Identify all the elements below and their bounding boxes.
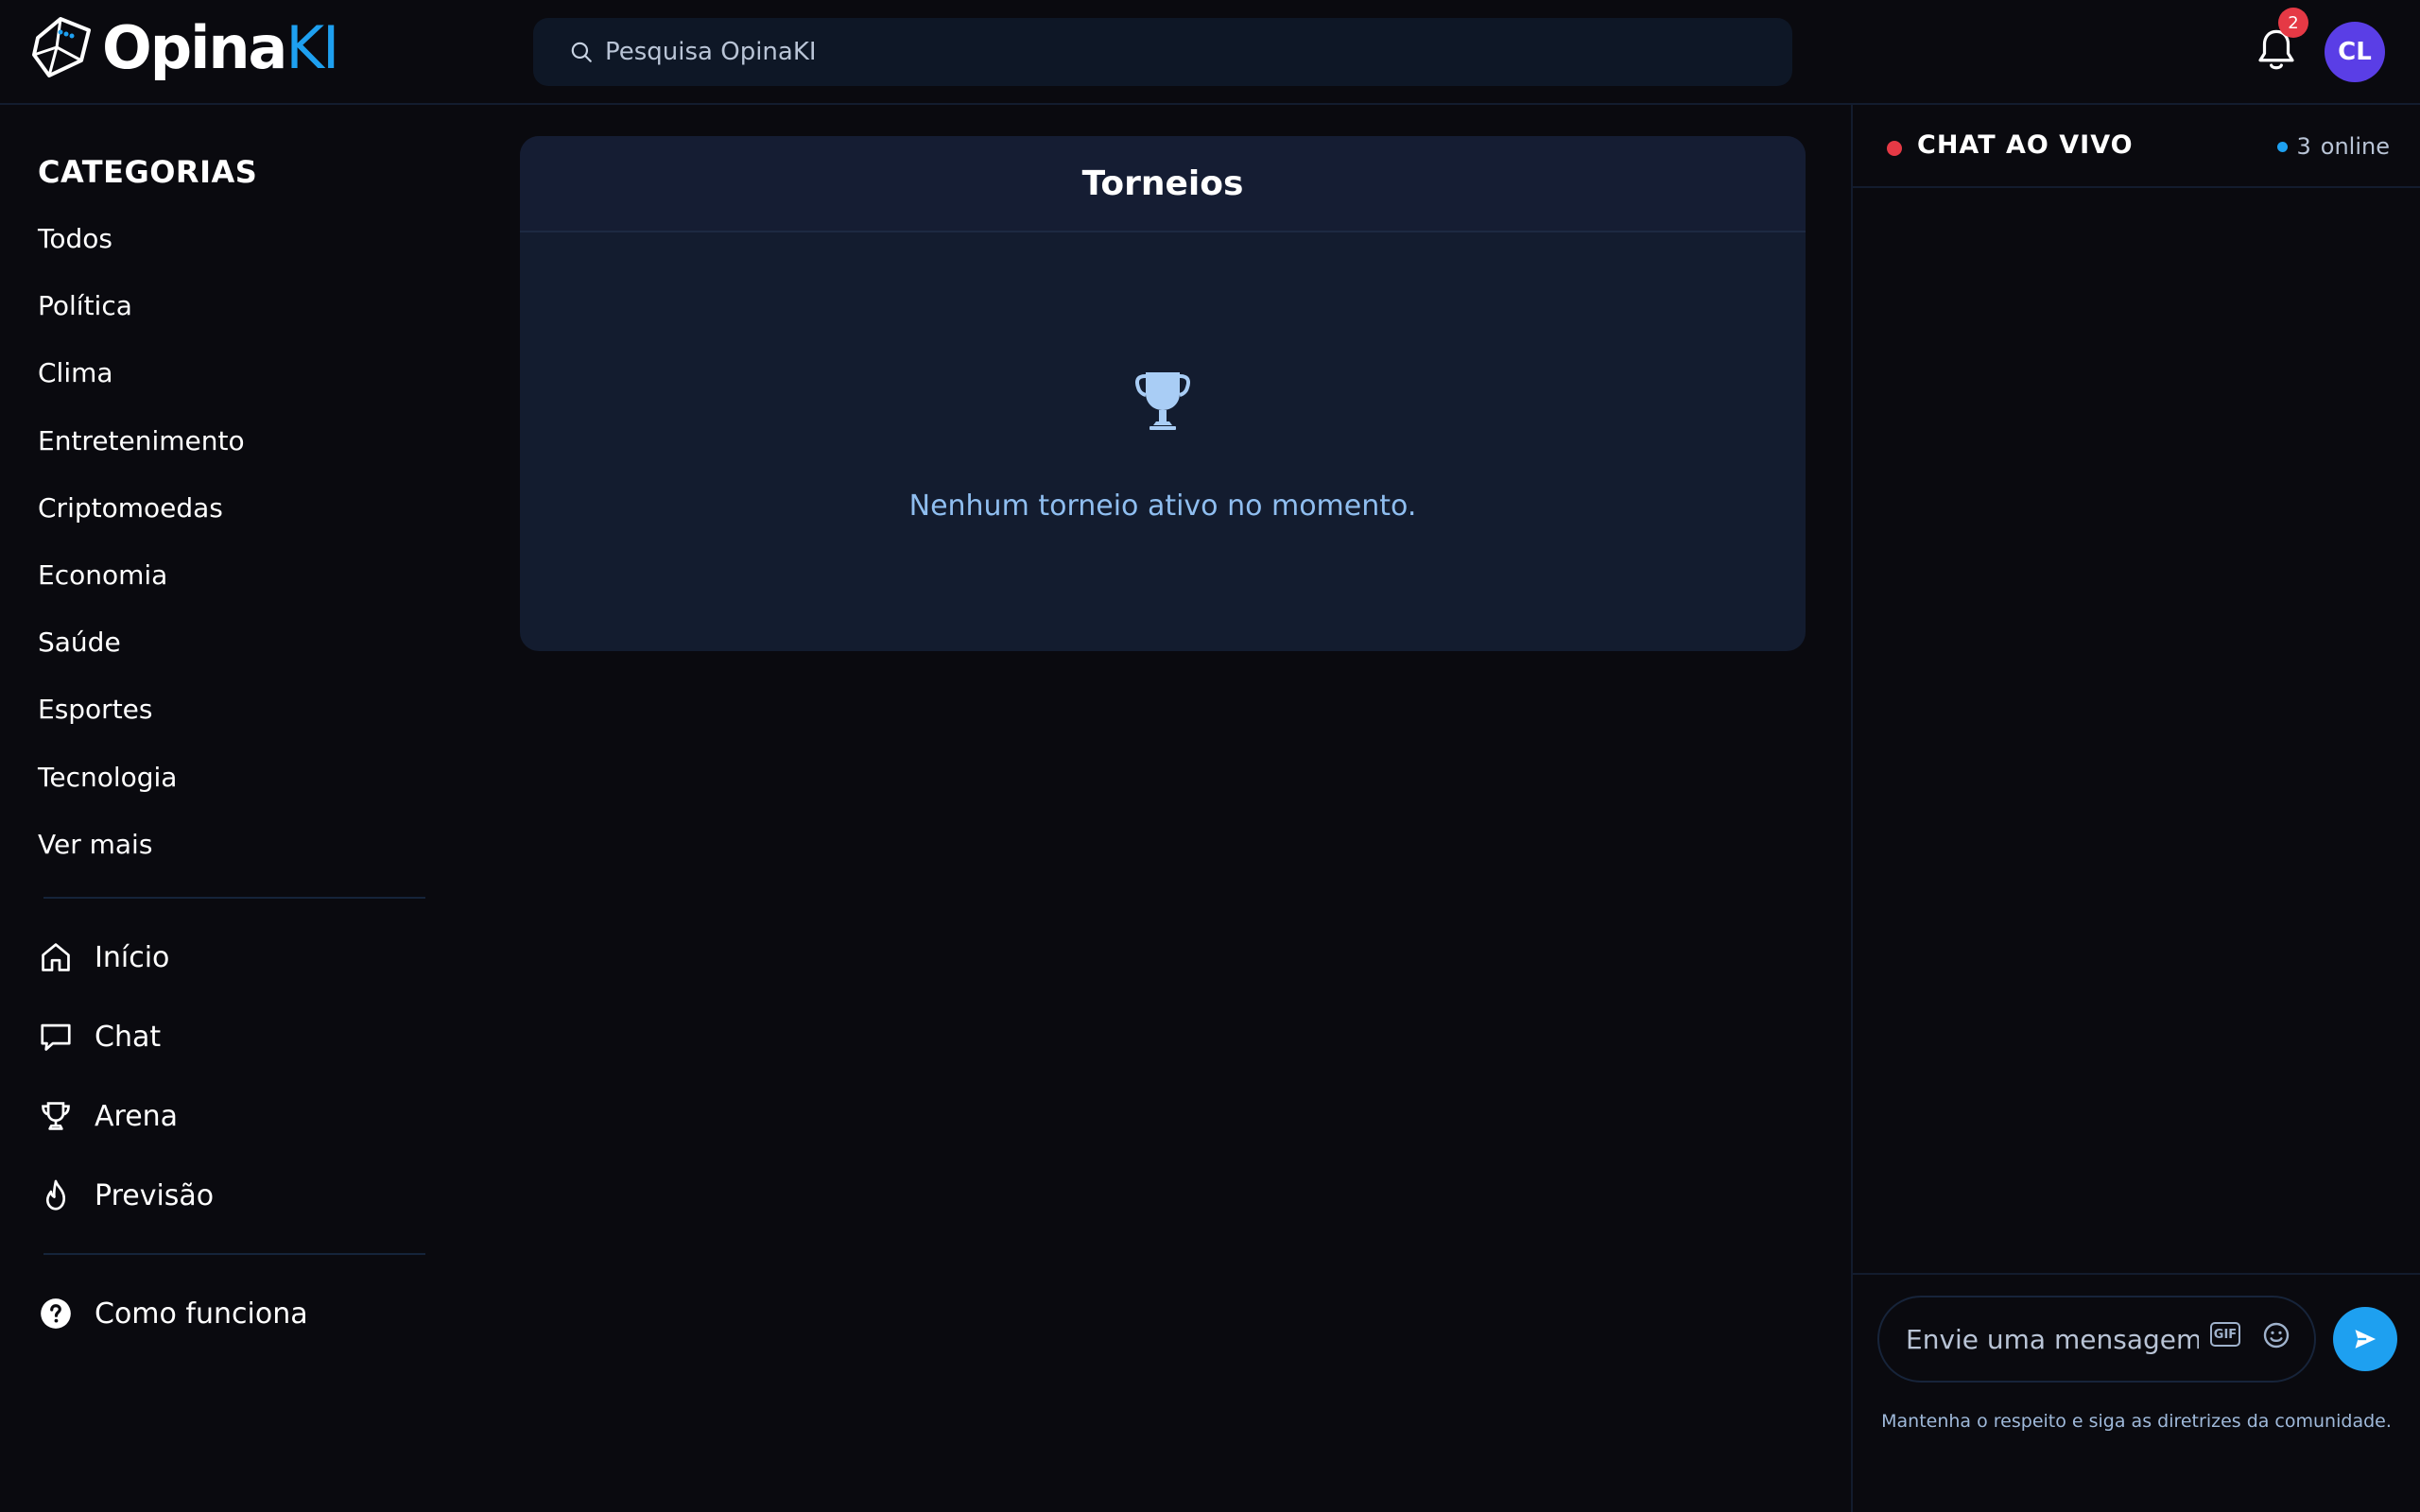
nav-item-previsao[interactable]: Previsão — [38, 1175, 214, 1216]
category-item-politica[interactable]: Política — [38, 290, 245, 357]
avatar[interactable]: CL — [2325, 22, 2385, 82]
chat-composer: GIF Mantenha o respeito e siga as diretr… — [1853, 1273, 2420, 1512]
tournaments-card: Torneios Nenhum torneio ativo no momento… — [520, 136, 1806, 651]
category-item-todos[interactable]: Todos — [38, 223, 245, 290]
category-list: Todos Política Clima Entretenimento Crip… — [38, 223, 245, 896]
card-title: Torneios — [520, 136, 1806, 232]
gif-icon[interactable]: GIF — [2210, 1322, 2240, 1347]
chat-icon — [41, 1023, 71, 1051]
nav-item-inicio[interactable]: Início — [38, 936, 169, 978]
sidebar-divider — [43, 897, 425, 899]
nav-item-arena[interactable]: Arena — [38, 1095, 178, 1137]
category-item-economia[interactable]: Economia — [38, 559, 245, 627]
message-input[interactable] — [1906, 1323, 2199, 1355]
home-icon — [42, 943, 70, 971]
empty-message: Nenhum torneio ativo no momento. — [908, 490, 1417, 523]
search-bar[interactable] — [533, 18, 1792, 86]
live-chat-panel: CHAT AO VIVO 3 online GIF Mantenha o res… — [1851, 105, 2420, 1512]
categories-title: CATEGORIAS — [38, 154, 258, 190]
nav-item-label: Como funciona — [95, 1297, 308, 1331]
category-item-criptomoedas[interactable]: Criptomoedas — [38, 492, 245, 559]
category-item-saude[interactable]: Saúde — [38, 627, 245, 694]
category-item-tecnologia[interactable]: Tecnologia — [38, 762, 245, 829]
nav-item-label: Previsão — [95, 1178, 215, 1212]
send-icon — [2355, 1330, 2377, 1349]
emoji-icon[interactable] — [2261, 1320, 2291, 1350]
top-bar: OpinaKI 2 CL — [0, 0, 2420, 105]
message-box[interactable]: GIF — [1877, 1296, 2316, 1383]
category-item-clima[interactable]: Clima — [38, 357, 245, 424]
nav-item-label: Chat — [95, 1020, 162, 1054]
community-guideline: Mantenha o respeito e siga as diretrizes… — [1881, 1411, 2392, 1432]
nav-item-label: Início — [95, 940, 170, 974]
send-button[interactable] — [2333, 1307, 2397, 1371]
online-count: 3 — [2296, 133, 2311, 160]
search-icon — [571, 42, 592, 62]
flame-icon — [45, 1179, 66, 1211]
logo-text: OpinaKI — [102, 12, 339, 82]
category-item-ver-mais[interactable]: Ver mais — [38, 829, 245, 896]
sidebar: CATEGORIAS Todos Política Clima Entreten… — [0, 105, 473, 1512]
nav-item-como-funciona[interactable]: Como funciona — [38, 1293, 308, 1334]
nav-item-label: Arena — [95, 1099, 179, 1133]
chat-title: CHAT AO VIVO — [1917, 130, 2134, 160]
online-dot — [2276, 141, 2288, 152]
nav-item-chat[interactable]: Chat — [38, 1016, 161, 1057]
empty-state: Nenhum torneio ativo no momento. — [520, 232, 1806, 651]
search-input[interactable] — [605, 38, 1739, 66]
trophy-icon — [1135, 372, 1190, 430]
online-status: 3 online — [2276, 133, 2390, 160]
help-icon — [41, 1298, 71, 1329]
logo[interactable]: OpinaKI — [28, 12, 339, 82]
chat-header: CHAT AO VIVO 3 online — [1853, 105, 2420, 188]
sidebar-divider — [43, 1253, 425, 1255]
category-item-entretenimento[interactable]: Entretenimento — [38, 425, 245, 492]
trophy-icon — [42, 1102, 70, 1130]
live-indicator — [1887, 141, 1902, 156]
category-item-esportes[interactable]: Esportes — [38, 694, 245, 761]
online-label: online — [2320, 133, 2390, 160]
logo-icon — [32, 17, 91, 77]
notification-badge: 2 — [2278, 8, 2308, 38]
